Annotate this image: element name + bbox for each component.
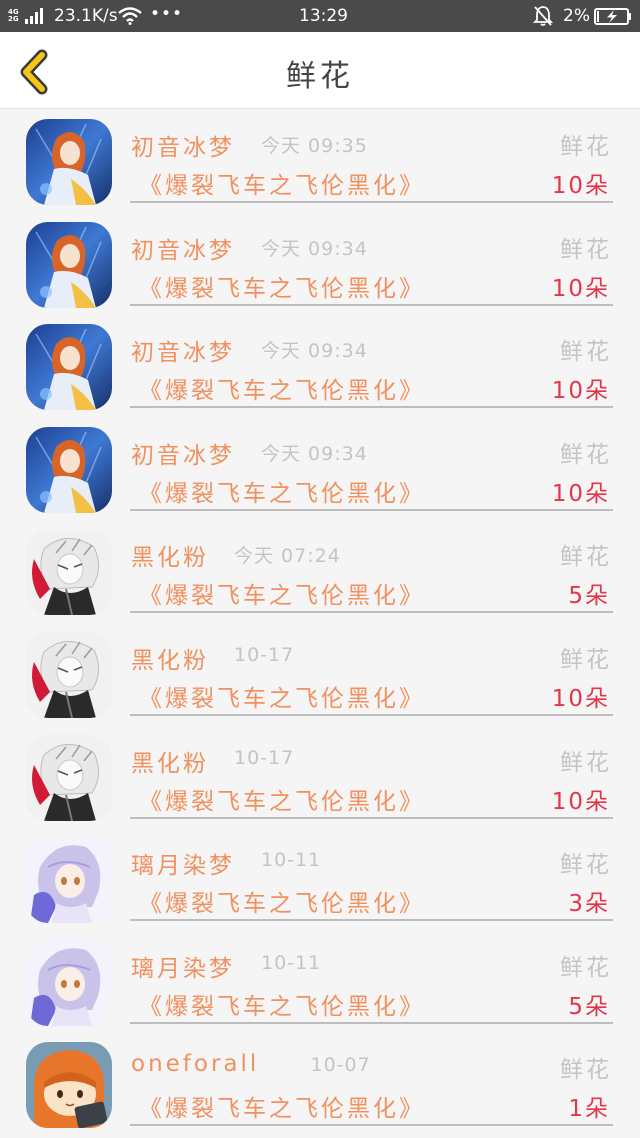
- avatar-anime-lavender[interactable]: [26, 939, 112, 1026]
- divider: [130, 816, 613, 819]
- user-name[interactable]: 初音冰梦: [131, 436, 235, 470]
- divider: [130, 1124, 613, 1127]
- divider: [130, 919, 613, 922]
- divider: [130, 303, 613, 306]
- avatar-anime-blue[interactable]: [26, 426, 112, 513]
- user-name[interactable]: 初音冰梦: [131, 128, 235, 162]
- battery-charging-icon: [594, 8, 631, 25]
- user-name[interactable]: 璃月染梦: [131, 846, 235, 880]
- flower-count: 10朵: [551, 788, 610, 815]
- timestamp: 10-07: [310, 1054, 371, 1077]
- work-title[interactable]: 《爆裂飞车之飞伦黑化》: [139, 987, 425, 1021]
- flower-count: 10朵: [551, 275, 610, 302]
- network-type: 4G 2G: [8, 8, 19, 23]
- flower-count: 5朵: [568, 583, 610, 610]
- user-name[interactable]: 黑化粉: [131, 744, 209, 778]
- divider: [130, 406, 613, 409]
- avatar-anime-lavender[interactable]: [26, 837, 112, 924]
- user-name[interactable]: 初音冰梦: [131, 333, 235, 367]
- network-speed: 23.1K/s: [54, 6, 118, 26]
- user-name[interactable]: 初音冰梦: [131, 231, 235, 265]
- avatar-anime-orange[interactable]: [26, 1042, 112, 1129]
- work-title[interactable]: 《爆裂飞车之飞伦黑化》: [139, 474, 425, 508]
- timestamp: 10-17: [234, 746, 295, 769]
- timestamp: 今天 09:34: [261, 340, 368, 363]
- page-title: 鲜花: [286, 59, 354, 94]
- list-item[interactable]: 初音冰梦 今天 09:34 鲜花 《爆裂飞车之飞伦黑化》 10朵: [0, 315, 640, 418]
- list-item[interactable]: 黑化粉 今天 07:24 鲜花 《爆裂飞车之飞伦黑化》 5朵: [0, 520, 640, 623]
- list-item[interactable]: 璃月染梦 10-11 鲜花 《爆裂飞车之飞伦黑化》 5朵: [0, 931, 640, 1034]
- flower-count: 10朵: [551, 685, 610, 712]
- user-name[interactable]: oneforall: [131, 1051, 259, 1077]
- timestamp: 今天 09:34: [261, 237, 368, 260]
- gift-type: 鲜花: [560, 954, 612, 981]
- list-item[interactable]: oneforall 10-07 鲜花 《爆裂飞车之飞伦黑化》 1朵: [0, 1033, 640, 1136]
- divider: [130, 713, 613, 716]
- avatar-anime-white[interactable]: [26, 631, 112, 718]
- work-title[interactable]: 《爆裂飞车之飞伦黑化》: [139, 269, 425, 303]
- divider: [130, 508, 613, 511]
- list-item[interactable]: 初音冰梦 今天 09:35 鲜花 《爆裂飞车之飞伦黑化》 10朵: [0, 110, 640, 213]
- flower-count: 5朵: [568, 993, 610, 1020]
- avatar-anime-white[interactable]: [26, 734, 112, 821]
- divider: [130, 611, 613, 614]
- user-name[interactable]: 黑化粉: [131, 538, 209, 572]
- flower-count: 3朵: [568, 891, 610, 918]
- work-title[interactable]: 《爆裂飞车之飞伦黑化》: [139, 576, 425, 610]
- list-item[interactable]: 初音冰梦 今天 09:34 鲜花 《爆裂飞车之飞伦黑化》 10朵: [0, 418, 640, 521]
- divider: [130, 201, 613, 203]
- flower-count: 10朵: [551, 480, 610, 507]
- user-name[interactable]: 黑化粉: [131, 641, 209, 675]
- list-item[interactable]: 黑化粉 10-17 鲜花 《爆裂飞车之飞伦黑化》 10朵: [0, 726, 640, 829]
- list-item[interactable]: 璃月染梦 10-11 鲜花 《爆裂飞车之飞伦黑化》 3朵: [0, 828, 640, 931]
- work-title[interactable]: 《爆裂飞车之飞伦黑化》: [139, 679, 425, 713]
- list-item[interactable]: 黑化粉 10-17 鲜花 《爆裂飞车之飞伦黑化》 10朵: [0, 623, 640, 726]
- gift-type: 鲜花: [560, 544, 612, 571]
- avatar-anime-blue[interactable]: [26, 221, 112, 308]
- status-clock: 13:29: [299, 6, 348, 26]
- signal-icon: [25, 8, 43, 24]
- gift-type: 鲜花: [560, 749, 612, 776]
- avatar-anime-blue[interactable]: [26, 324, 112, 411]
- gift-type: 鲜花: [560, 236, 612, 263]
- gift-record-list: 初音冰梦 今天 09:35 鲜花 《爆裂飞车之飞伦黑化》 10朵 初音冰梦 今天…: [0, 110, 640, 1136]
- list-item[interactable]: 初音冰梦 今天 09:34 鲜花 《爆裂飞车之飞伦黑化》 10朵: [0, 213, 640, 316]
- status-bar: 4G 2G 23.1K/s ••• 13:29 2%: [0, 0, 640, 32]
- flower-count: 10朵: [551, 378, 610, 405]
- work-title[interactable]: 《爆裂飞车之飞伦黑化》: [139, 884, 425, 918]
- work-title[interactable]: 《爆裂飞车之飞伦黑化》: [139, 166, 425, 200]
- timestamp: 今天 09:34: [261, 442, 368, 465]
- work-title[interactable]: 《爆裂飞车之飞伦黑化》: [139, 371, 425, 405]
- work-title[interactable]: 《爆裂飞车之飞伦黑化》: [139, 1089, 425, 1123]
- gift-type: 鲜花: [560, 852, 612, 879]
- gift-type: 鲜花: [560, 441, 612, 468]
- user-name[interactable]: 璃月染梦: [131, 949, 235, 983]
- timestamp: 10-17: [234, 643, 295, 666]
- timestamp: 今天 09:35: [261, 135, 368, 157]
- avatar-anime-white[interactable]: [26, 529, 112, 616]
- timestamp: 10-11: [261, 951, 322, 974]
- gift-type: 鲜花: [560, 646, 612, 673]
- divider: [130, 1021, 613, 1024]
- battery-percent: 2%: [563, 6, 590, 26]
- work-title[interactable]: 《爆裂飞车之飞伦黑化》: [139, 782, 425, 816]
- more-indicator: •••: [150, 4, 184, 24]
- gift-type: 鲜花: [560, 1057, 612, 1084]
- wifi-icon: [118, 7, 142, 25]
- gift-type: 鲜花: [560, 339, 612, 366]
- avatar-anime-blue[interactable]: [26, 119, 112, 205]
- flower-count: 10朵: [551, 173, 610, 199]
- gift-type: 鲜花: [560, 134, 612, 160]
- timestamp: 10-11: [261, 849, 322, 872]
- nav-bar: 鲜花: [0, 32, 640, 109]
- flower-count: 1朵: [568, 1096, 610, 1123]
- mute-icon: [533, 6, 553, 26]
- timestamp: 今天 07:24: [234, 545, 341, 568]
